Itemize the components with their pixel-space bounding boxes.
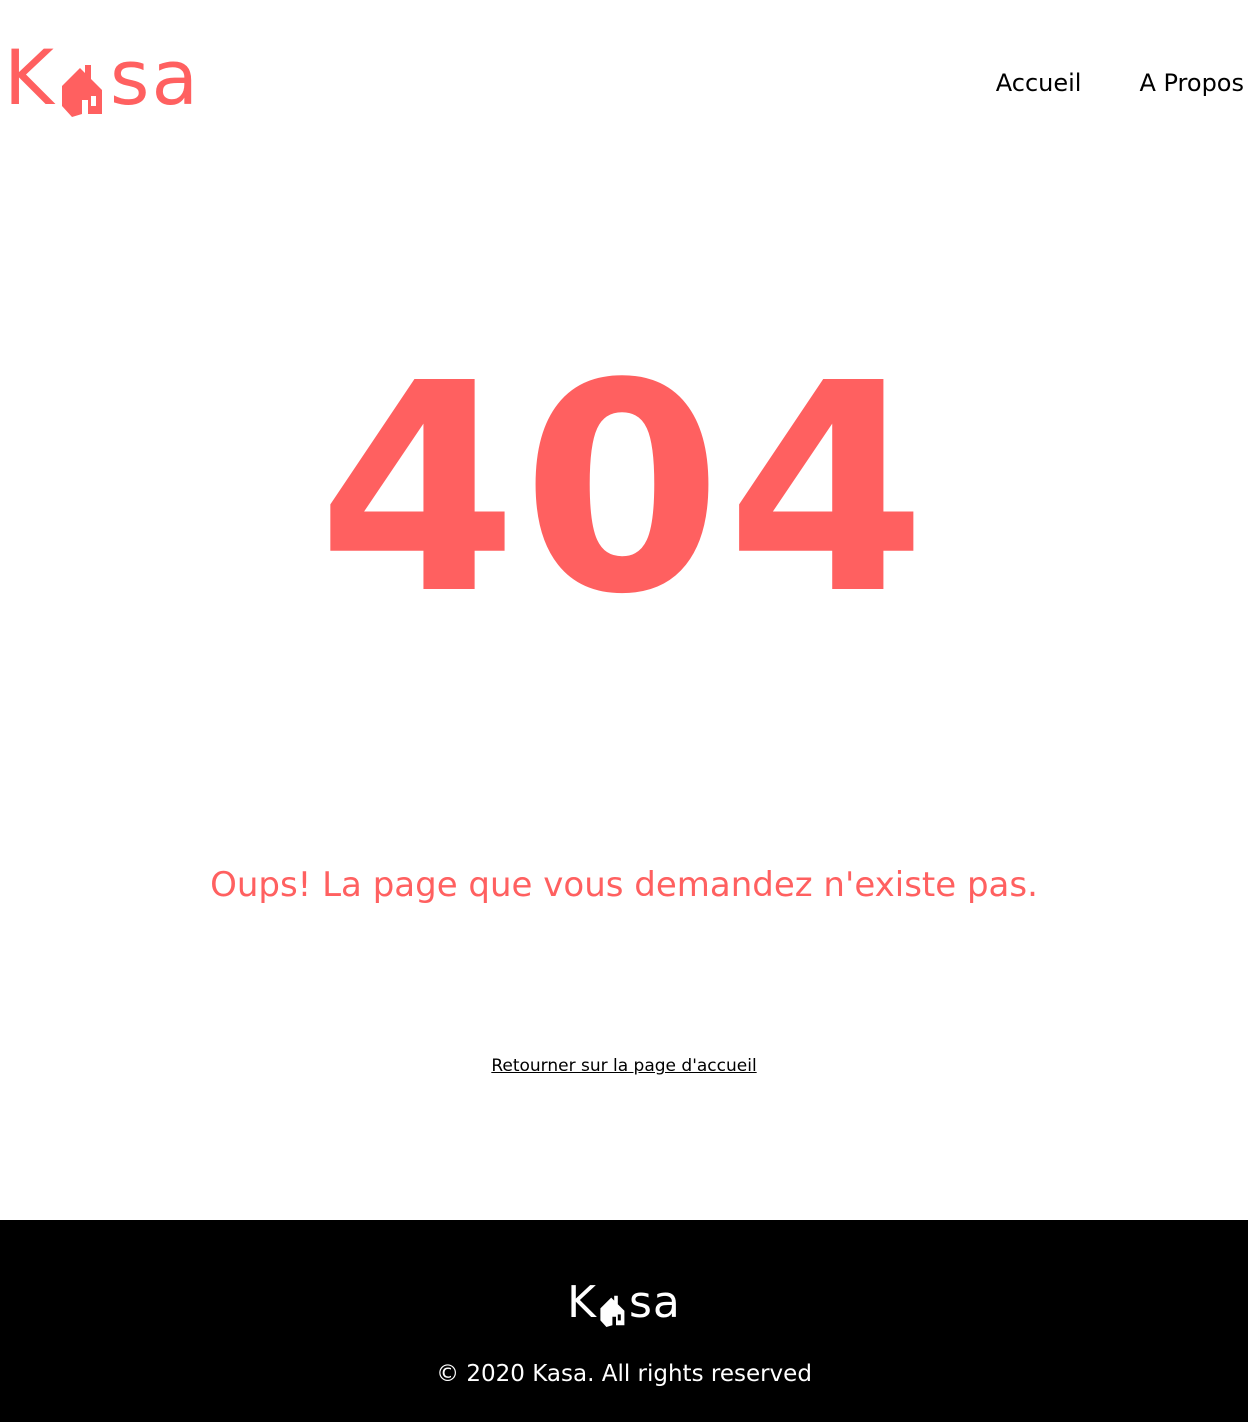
page: K sa Accueil A Propos 404 Oups! La page … — [0, 0, 1248, 1422]
footer-logo-letters-sa: sa — [628, 1277, 681, 1328]
house-icon — [61, 65, 102, 117]
house-icon — [600, 1295, 625, 1327]
back-link-container: Retourner sur la page d'accueil — [0, 1054, 1248, 1078]
logo-letters-sa: sa — [109, 33, 201, 122]
error-message: Oups! La page que vous demandez n'existe… — [210, 865, 1038, 905]
nav-link-a-propos[interactable]: A Propos — [1139, 66, 1244, 100]
nav-link-accueil[interactable]: Accueil — [996, 66, 1082, 100]
copyright-text: © 2020 Kasa. All rights reserved — [436, 1361, 812, 1387]
site-header: K sa Accueil A Propos — [0, 0, 1248, 160]
main-nav: Accueil A Propos — [996, 66, 1244, 100]
error-code: 404 — [317, 322, 931, 657]
footer-logo: K sa — [0, 1278, 1248, 1328]
back-to-home-link[interactable]: Retourner sur la page d'accueil — [491, 1056, 756, 1076]
footer-logo-letter-k: K — [567, 1277, 597, 1328]
logo-letter-k: K — [4, 33, 56, 122]
site-footer: K sa — [0, 1220, 1248, 1422]
header-logo-link[interactable]: K sa — [4, 38, 200, 118]
